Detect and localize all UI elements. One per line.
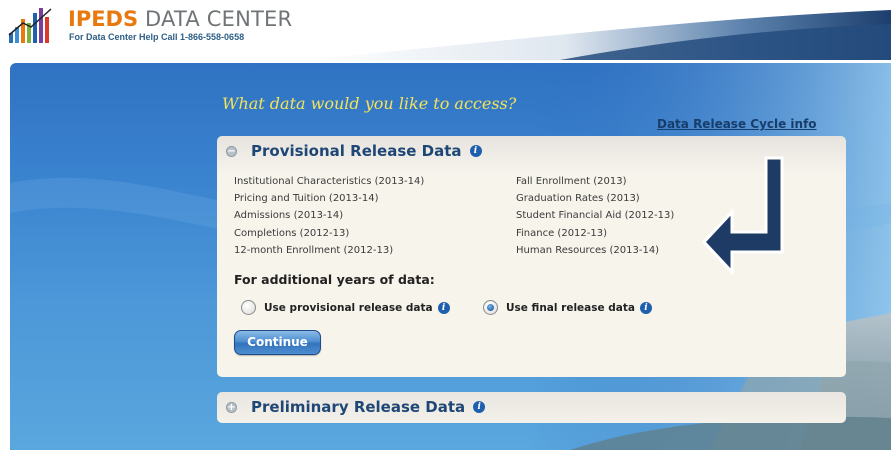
provisional-panel-title[interactable]: Provisional Release Data bbox=[251, 142, 462, 160]
preliminary-panel-header[interactable]: + Preliminary Release Data i bbox=[217, 392, 846, 422]
info-icon[interactable]: i bbox=[437, 301, 450, 314]
logo-data-center: DATA CENTER bbox=[138, 7, 293, 31]
bar-chart-logo-icon bbox=[8, 8, 52, 43]
data-release-cycle-link[interactable]: Data Release Cycle info bbox=[657, 117, 817, 131]
site-header: IPEDS DATA CENTER For Data Center Help C… bbox=[0, 0, 891, 60]
survey-item: Human Resources (2013-14) bbox=[516, 244, 660, 256]
logo-ipeds: IPEDS bbox=[68, 7, 139, 31]
final-data-radio[interactable] bbox=[483, 300, 498, 315]
collapse-icon[interactable]: − bbox=[226, 145, 237, 157]
survey-item: Finance (2012-13) bbox=[516, 227, 608, 239]
info-icon[interactable]: i bbox=[473, 401, 486, 413]
info-icon[interactable]: i bbox=[640, 301, 652, 314]
survey-list-left: Institutional Characteristics (2013-14) … bbox=[234, 173, 424, 259]
survey-item: Student Financial Aid (2012-13) bbox=[516, 210, 675, 222]
expand-icon[interactable]: + bbox=[226, 401, 237, 413]
final-data-option[interactable]: Use final release data i bbox=[483, 300, 652, 315]
survey-item: Fall Enrollment (2013) bbox=[516, 176, 627, 187]
preliminary-release-panel: + Preliminary Release Data i bbox=[217, 392, 846, 423]
logo-title[interactable]: IPEDS DATA CENTER bbox=[68, 8, 292, 30]
survey-item: Institutional Characteristics (2013-14) bbox=[234, 176, 425, 187]
survey-item: Admissions (2013-14) bbox=[234, 210, 344, 222]
continue-button[interactable]: Continue bbox=[234, 330, 321, 355]
additional-years-label: For additional years of data: bbox=[234, 272, 435, 287]
help-phone-line: For Data Center Help Call 1-866-558-0658 bbox=[69, 32, 245, 42]
provisional-data-radio-label[interactable]: Use provisional release data bbox=[264, 302, 433, 314]
final-data-radio-label[interactable]: Use final release data bbox=[506, 302, 635, 314]
provisional-data-radio[interactable] bbox=[241, 300, 256, 315]
survey-item: 12-month Enrollment (2012-13) bbox=[234, 244, 394, 256]
survey-item: Pricing and Tuition (2013-14) bbox=[234, 193, 379, 205]
turn-down-left-arrow-icon bbox=[701, 156, 784, 276]
survey-list-right: Fall Enrollment (2013) Graduation Rates … bbox=[516, 173, 674, 259]
preliminary-panel-title[interactable]: Preliminary Release Data bbox=[251, 398, 465, 416]
access-question: What data would you like to access? bbox=[222, 94, 517, 113]
survey-item: Completions (2012-13) bbox=[234, 227, 350, 239]
provisional-data-option[interactable]: Use provisional release data i bbox=[241, 300, 450, 315]
survey-item: Graduation Rates (2013) bbox=[516, 193, 640, 205]
info-icon[interactable]: i bbox=[469, 145, 482, 157]
